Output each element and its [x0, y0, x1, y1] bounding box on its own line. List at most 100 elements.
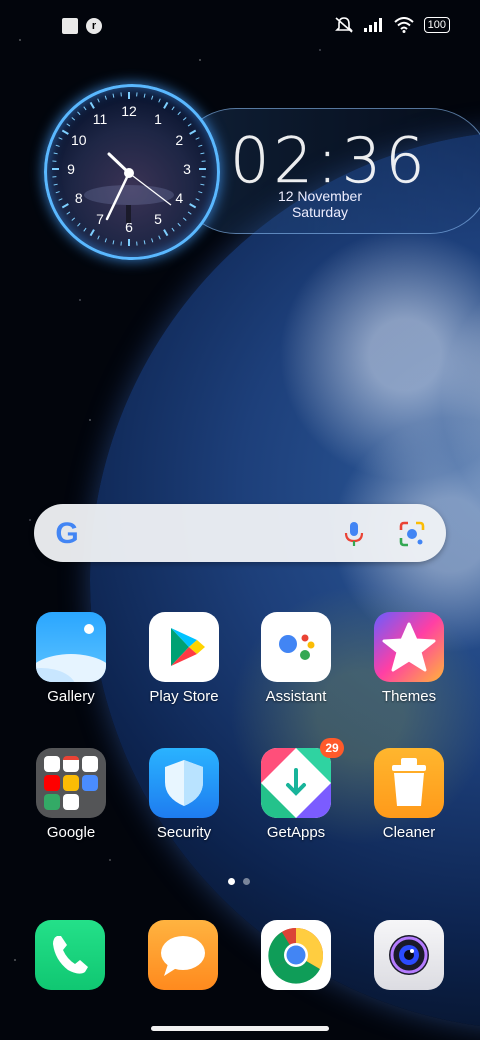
lens-icon[interactable] [398, 520, 426, 548]
status-bar: r 100 [0, 0, 480, 56]
clock-tick [151, 95, 154, 100]
square-notification-icon [62, 18, 78, 34]
notification-badge: 29 [320, 738, 344, 758]
app-label: Themes [381, 688, 437, 705]
chrome-icon[interactable] [261, 920, 331, 990]
app-google-folder[interactable]: Google [15, 748, 127, 841]
clock-tick [53, 183, 58, 186]
clock-tick [58, 137, 63, 140]
clock-tick [66, 211, 71, 215]
clock-number: 8 [75, 190, 83, 206]
clock-tick [158, 235, 161, 240]
assistant-icon [261, 612, 331, 682]
clock-tick [171, 106, 175, 111]
clock-tick [89, 229, 95, 237]
cleaner-icon [374, 748, 444, 818]
clock-tick [163, 101, 169, 109]
clock-widget[interactable]: 12 1 2 3 4 5 6 7 8 9 10 11 02:36 12 November Saturd… [44, 84, 480, 260]
clock-center [124, 168, 134, 178]
getapps-icon [261, 748, 331, 818]
clock-tick [198, 191, 203, 194]
play-store-icon [149, 612, 219, 682]
mic-icon[interactable] [342, 520, 366, 548]
clock-number: 5 [154, 211, 162, 227]
app-label: Google [46, 824, 96, 841]
clock-tick [112, 93, 115, 98]
weekday-text: Saturday [291, 204, 349, 220]
clock-number: 2 [175, 132, 183, 148]
camera-icon[interactable] [374, 920, 444, 990]
clock-tick [83, 227, 87, 232]
battery-icon: 100 [423, 17, 450, 33]
clock-tick [55, 144, 60, 147]
clock-tick [158, 98, 161, 103]
r-app-notification-icon: r [86, 18, 102, 34]
clock-tick [71, 117, 76, 121]
app-assistant[interactable]: Assistant [240, 612, 352, 705]
clock-tick [163, 229, 169, 237]
app-label: Cleaner [382, 824, 436, 841]
clock-tick [195, 137, 200, 140]
app-label: Assistant [265, 688, 327, 705]
clock-tick [171, 227, 175, 232]
clock-tick [198, 144, 203, 147]
clock-tick [200, 152, 205, 155]
clock-tick [61, 203, 69, 209]
page-indicator [228, 878, 250, 885]
home-gesture-bar[interactable] [151, 1026, 329, 1031]
page-dot [243, 878, 250, 885]
clock-tick [89, 101, 95, 109]
app-cleaner[interactable]: Cleaner [353, 748, 465, 841]
clock-tick [83, 106, 87, 111]
messages-icon[interactable] [148, 920, 218, 990]
digital-time: 02:36 [230, 124, 429, 198]
clock-tick [189, 129, 197, 135]
clock-tick [151, 238, 154, 243]
app-themes[interactable]: Themes [353, 612, 465, 705]
google-g-icon: G [55, 517, 78, 550]
app-play-store[interactable]: Play Store [128, 612, 240, 705]
clock-number: 7 [96, 211, 104, 227]
clock-tick [55, 191, 60, 194]
clock-tick [182, 217, 187, 221]
clock-tick [77, 222, 81, 227]
app-getapps[interactable]: 29 GetApps [240, 738, 352, 841]
page-dot-active [228, 878, 235, 885]
clock-number: 9 [67, 161, 75, 177]
clock-number: 4 [175, 190, 183, 206]
app-label: Security [156, 824, 212, 841]
clock-tick [104, 95, 107, 100]
clock-tick [143, 240, 146, 245]
clock-tick [187, 123, 192, 127]
clock-tick [187, 211, 192, 215]
clock-tick [189, 203, 197, 209]
clock-tick [177, 222, 181, 227]
clock-tick [97, 235, 100, 240]
clock-tick [77, 111, 81, 116]
svg-text:G: G [55, 517, 78, 550]
clock-number: 10 [71, 132, 87, 148]
clock-number: 11 [93, 111, 108, 127]
wifi-icon [393, 17, 414, 33]
signal-icon [363, 18, 382, 32]
silent-mode-icon [334, 17, 353, 33]
clock-tick [97, 98, 100, 103]
app-label: Play Store [149, 688, 219, 705]
phone-icon[interactable] [35, 920, 105, 990]
clock-number: 12 [121, 103, 137, 119]
clock-tick [182, 117, 187, 121]
gallery-icon [36, 612, 106, 682]
analog-clock: 12 1 2 3 4 5 6 7 8 9 10 11 [44, 84, 220, 260]
clock-tick [112, 240, 115, 245]
google-search-bar[interactable]: G [34, 504, 446, 562]
clock-number: 3 [183, 161, 191, 177]
clock-tick [66, 123, 71, 127]
google-folder-icon [36, 748, 106, 818]
app-gallery[interactable]: Gallery [15, 612, 127, 705]
clock-tick [200, 183, 205, 186]
security-icon [149, 748, 219, 818]
clock-tick [104, 238, 107, 243]
date-text: 12 November [277, 188, 363, 204]
app-security[interactable]: Security [128, 748, 240, 841]
clock-tick [177, 111, 181, 116]
